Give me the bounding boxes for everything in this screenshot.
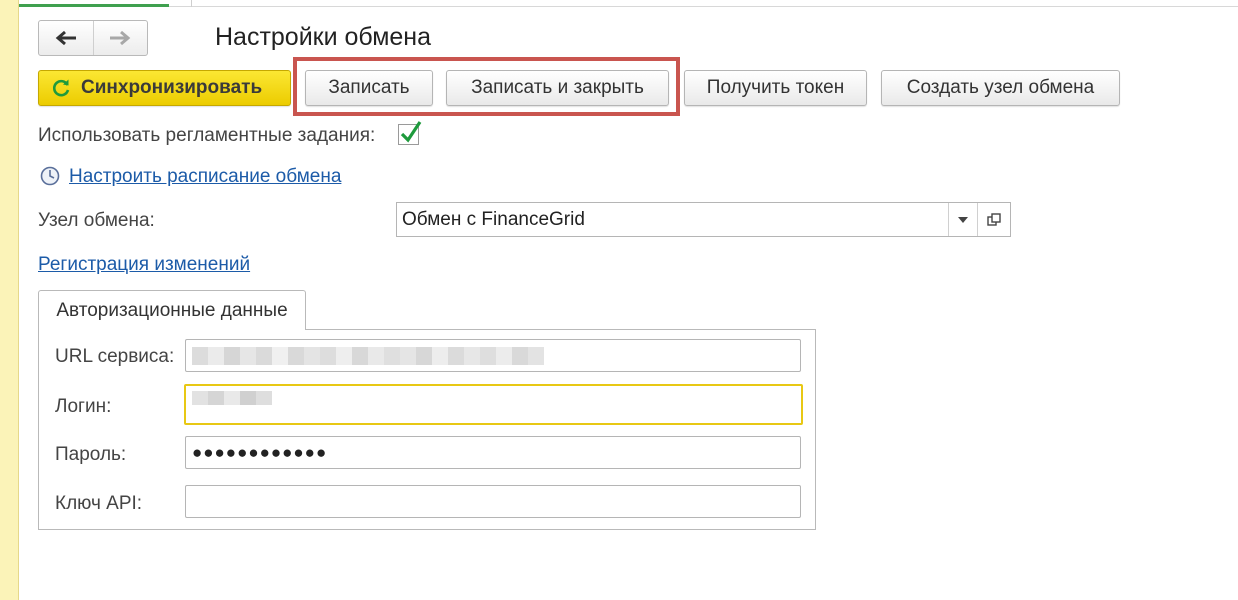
url-label: URL сервиса: — [55, 346, 175, 367]
url-redacted-blur — [192, 347, 544, 365]
api-key-label: Ключ API: — [55, 493, 143, 514]
register-changes-link[interactable]: Регистрация изменений — [38, 254, 250, 276]
login-redacted-blur — [192, 391, 272, 405]
save-button[interactable]: Записать — [305, 70, 433, 106]
back-button[interactable] — [39, 21, 93, 55]
page-title: Настройки обмена — [215, 23, 432, 51]
login-input[interactable] — [184, 384, 803, 425]
checkmark-icon — [400, 121, 422, 143]
url-input[interactable] — [185, 339, 801, 372]
forward-button[interactable] — [92, 21, 148, 55]
active-window-tab[interactable] — [19, 0, 169, 7]
schedule-clock-icon — [40, 166, 60, 186]
auth-data-panel: URL сервиса: Логин: Пароль: ●●●●●●●●●●●●… — [38, 329, 816, 530]
password-input[interactable]: ●●●●●●●●●●●● — [185, 436, 801, 469]
refresh-icon — [51, 78, 71, 98]
arrow-right-icon — [110, 30, 131, 46]
exchange-node-value: Обмен с FinanceGrid — [402, 209, 585, 230]
password-label: Пароль: — [55, 444, 127, 465]
use-scheduled-tasks-label: Использовать регламентные задания: — [38, 125, 376, 146]
login-label: Логин: — [55, 396, 112, 417]
exchange-node-label: Узел обмена: — [38, 210, 155, 231]
window-tab-bar — [19, 0, 1238, 7]
configure-schedule-link[interactable]: Настроить расписание обмена — [69, 166, 341, 188]
open-window-icon — [987, 212, 1001, 226]
tab-auth-data[interactable]: Авторизационные данные — [38, 290, 306, 330]
synchronize-label: Синхронизировать — [81, 77, 263, 98]
get-token-button[interactable]: Получить токен — [684, 70, 867, 106]
tab-separator — [191, 0, 192, 7]
navigation-buttons — [38, 20, 148, 56]
api-key-input[interactable] — [185, 485, 801, 518]
arrow-left-icon — [55, 30, 76, 46]
exchange-node-select[interactable]: Обмен с FinanceGrid — [396, 202, 1011, 237]
dropdown-button[interactable] — [948, 203, 977, 236]
create-exchange-node-button[interactable]: Создать узел обмена — [881, 70, 1120, 106]
left-panel-strip — [0, 0, 19, 600]
use-scheduled-tasks-checkbox[interactable] — [398, 121, 422, 145]
chevron-down-icon — [958, 216, 968, 223]
save-and-close-button[interactable]: Записать и закрыть — [446, 70, 669, 106]
open-node-button[interactable] — [977, 203, 1010, 236]
password-value: ●●●●●●●●●●●● — [192, 442, 328, 462]
synchronize-button[interactable]: Синхронизировать — [38, 70, 291, 106]
